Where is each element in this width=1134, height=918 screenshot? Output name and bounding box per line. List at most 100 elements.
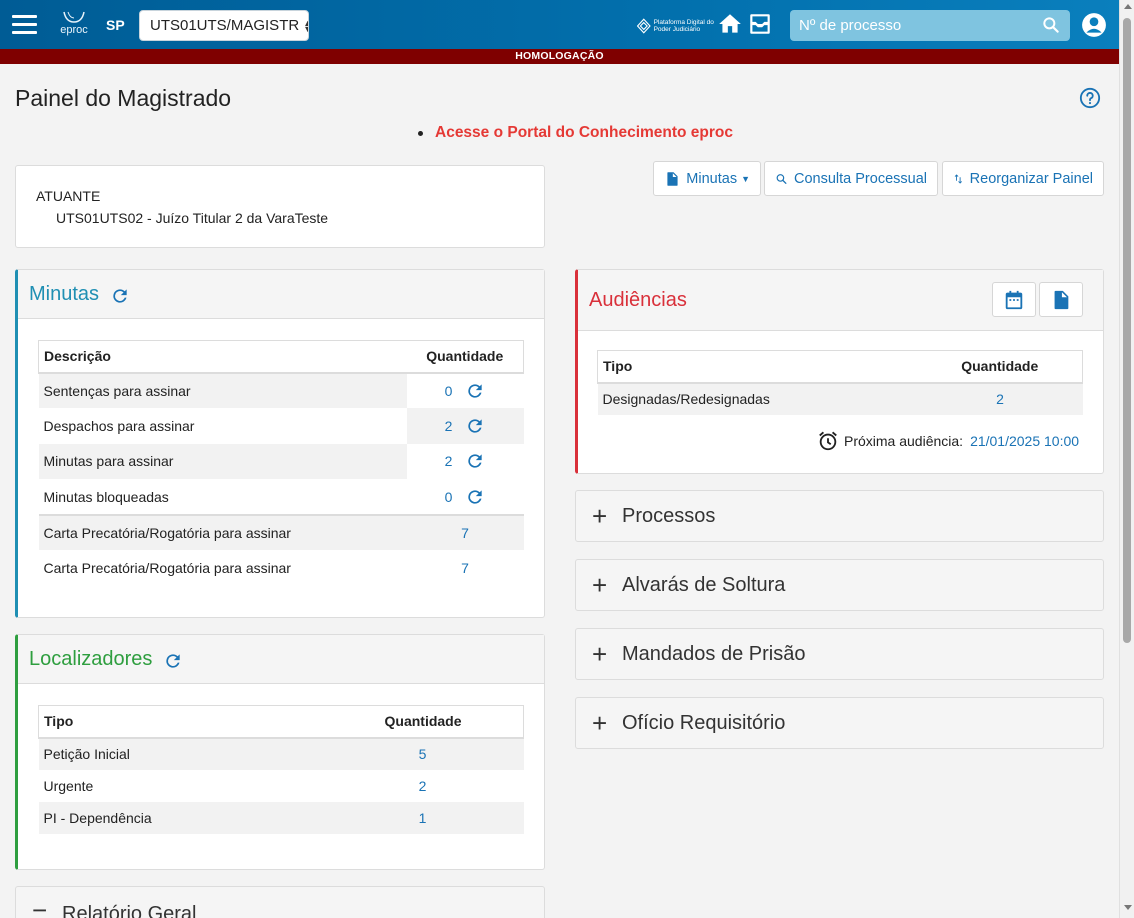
user-account-icon[interactable] — [1081, 12, 1107, 38]
home-icon[interactable] — [717, 11, 743, 37]
calendar-button[interactable] — [992, 282, 1036, 317]
row-quantidade-link[interactable]: 7 — [461, 560, 469, 576]
calendar-icon — [1005, 290, 1023, 309]
scrollbar-thumb[interactable] — [1123, 18, 1131, 643]
minutas-table: Descrição Quantidade Sentenças para assi… — [38, 340, 524, 586]
minutas-dropdown-button[interactable]: Minutas ▼ — [653, 161, 761, 196]
atuante-value: UTS01UTS02 - Juízo Titular 2 da VaraTest… — [56, 210, 329, 226]
relatorio-geral-title: Relatório Geral — [62, 902, 197, 918]
oficio-requisitorio-panel[interactable]: + Ofício Requisitório — [575, 697, 1104, 749]
refresh-icon[interactable] — [465, 451, 485, 471]
audiencias-table: Tipo Quantidade Designadas/Redesignadas … — [597, 350, 1083, 415]
mandados-prisao-panel-title: Mandados de Prisão — [622, 642, 806, 665]
row-descricao: Sentenças para assinar — [38, 372, 407, 409]
oficio-requisitorio-panel-title: Ofício Requisitório — [622, 711, 786, 734]
sort-arrows-icon — [954, 173, 962, 184]
refresh-icon[interactable] — [465, 381, 485, 401]
audiencias-panel-title: Audiências — [589, 288, 687, 311]
column-header-quantidade: Quantidade — [406, 340, 524, 374]
row-quantidade-link[interactable]: 2 — [419, 778, 427, 794]
proxima-audiencia: Próxima audiência: 21/01/2025 10:00 — [817, 430, 1079, 452]
row-quantidade-link[interactable]: 5 — [419, 746, 427, 762]
table-row: Carta Precatória/Rogatória para assinar … — [39, 550, 524, 586]
plus-icon: + — [592, 708, 608, 738]
row-quantidade-link[interactable]: 2 — [445, 453, 453, 469]
alvaras-soltura-panel[interactable]: + Alvarás de Soltura — [575, 559, 1104, 611]
row-quantidade-link[interactable]: 1 — [419, 810, 427, 826]
process-search-box — [790, 10, 1070, 41]
alvaras-soltura-panel-title: Alvarás de Soltura — [622, 573, 786, 596]
reorganizar-button-label: Reorganizar Painel — [969, 170, 1093, 187]
row-tipo: Urgente — [43, 777, 94, 794]
table-row: Carta Precatória/Rogatória para assinar … — [38, 514, 524, 551]
state-label: SP — [106, 17, 125, 33]
page-title: Painel do Magistrado — [15, 85, 232, 111]
atuante-label: ATUANTE — [36, 188, 101, 204]
pdpj-logo[interactable]: Plataforma Digital do Poder Judiciário — [637, 11, 715, 41]
row-descricao: Minutas para assinar — [38, 443, 407, 480]
row-quantidade-link[interactable]: 0 — [445, 383, 453, 399]
row-quantidade-link[interactable]: 2 — [996, 391, 1004, 407]
refresh-icon[interactable] — [163, 651, 183, 671]
processos-panel-title: Processos — [622, 504, 716, 527]
logo-text: eproc — [60, 24, 88, 36]
reorganizar-painel-button[interactable]: Reorganizar Painel — [942, 161, 1104, 196]
row-descricao: Carta Precatória/Rogatória para assinar — [38, 514, 407, 551]
row-quantidade-link[interactable]: 0 — [445, 489, 453, 505]
localizadores-table: Tipo Quantidade Petição Inicial 5 Urgent… — [38, 705, 524, 834]
process-number-input[interactable] — [799, 17, 1029, 34]
mandados-prisao-panel[interactable]: + Mandados de Prisão — [575, 628, 1104, 680]
table-row: Minutas para assinar 2 — [38, 443, 524, 480]
table-row: Despachos para assinar 2 — [39, 408, 524, 444]
scroll-up-arrow-icon[interactable] — [1124, 4, 1132, 9]
page-scrollbar[interactable] — [1119, 0, 1134, 918]
refresh-icon[interactable] — [465, 416, 485, 436]
row-descricao: Minutas bloqueadas — [43, 488, 169, 505]
org-select[interactable]: UTS01UTS/MAGISTR ▲▼ — [139, 10, 309, 41]
scroll-down-arrow-icon[interactable] — [1124, 905, 1132, 910]
column-header-tipo: Tipo — [38, 705, 322, 739]
column-header-quantidade: Quantidade — [321, 705, 524, 739]
table-row: Petição Inicial 5 — [38, 737, 524, 770]
proxima-audiencia-label: Próxima audiência: — [844, 433, 964, 449]
pdpj-text: Plataforma Digital do Poder Judiciário — [653, 19, 714, 33]
refresh-icon[interactable] — [465, 487, 485, 507]
document-icon — [667, 171, 678, 186]
org-select-value: UTS01UTS/MAGISTR — [150, 17, 300, 34]
localizadores-panel: Localizadores Tipo Quantidade Petição In… — [15, 634, 545, 870]
search-icon — [776, 173, 787, 184]
alarm-clock-icon — [819, 431, 837, 451]
relatorio-geral-panel[interactable]: − Relatório Geral — [15, 886, 545, 918]
menu-hamburger-icon[interactable] — [12, 15, 37, 34]
row-tipo: PI - Dependência — [38, 801, 322, 834]
proxima-audiencia-datetime[interactable]: 21/01/2025 10:00 — [970, 433, 1079, 449]
minutas-button-label: Minutas — [686, 170, 738, 187]
row-descricao: Carta Precatória/Rogatória para assinar — [43, 560, 291, 577]
pdpj-diamond-icon — [637, 18, 651, 34]
eproc-logo[interactable]: eproc — [58, 10, 90, 40]
table-row: PI - Dependência 1 — [38, 801, 524, 834]
consulta-processual-button[interactable]: Consulta Processual — [764, 161, 938, 196]
minutas-panel-header: Minutas — [18, 270, 544, 319]
select-arrows-icon: ▲▼ — [303, 18, 308, 33]
refresh-icon[interactable] — [110, 286, 130, 306]
row-quantidade-link[interactable]: 2 — [445, 418, 453, 434]
environment-banner: HOMOLOGAÇÃO — [0, 49, 1119, 64]
table-row: Urgente 2 — [39, 770, 524, 802]
processos-panel[interactable]: + Processos — [575, 490, 1104, 542]
caret-down-icon: ▼ — [741, 173, 750, 184]
portal-link-label: Acesse o Portal do Conhecimento eproc — [435, 124, 734, 141]
table-row: Sentenças para assinar 0 — [38, 372, 524, 409]
row-descricao: Despachos para assinar — [43, 417, 195, 434]
inbox-tray-icon[interactable] — [747, 11, 773, 37]
search-icon[interactable] — [1041, 15, 1061, 35]
document-icon — [1054, 290, 1069, 309]
minutas-panel: Minutas Descrição Quantidade Sentenças p… — [15, 269, 545, 618]
report-document-button[interactable] — [1039, 282, 1083, 317]
plus-icon: + — [592, 639, 608, 669]
top-navbar: eproc SP UTS01UTS/MAGISTR ▲▼ Plataforma … — [0, 0, 1119, 49]
row-quantidade-link[interactable]: 7 — [461, 525, 469, 541]
portal-conhecimento-link[interactable]: Acesse o Portal do Conhecimento eproc — [418, 124, 733, 142]
consulta-button-label: Consulta Processual — [794, 170, 927, 187]
help-icon[interactable] — [1079, 87, 1101, 109]
